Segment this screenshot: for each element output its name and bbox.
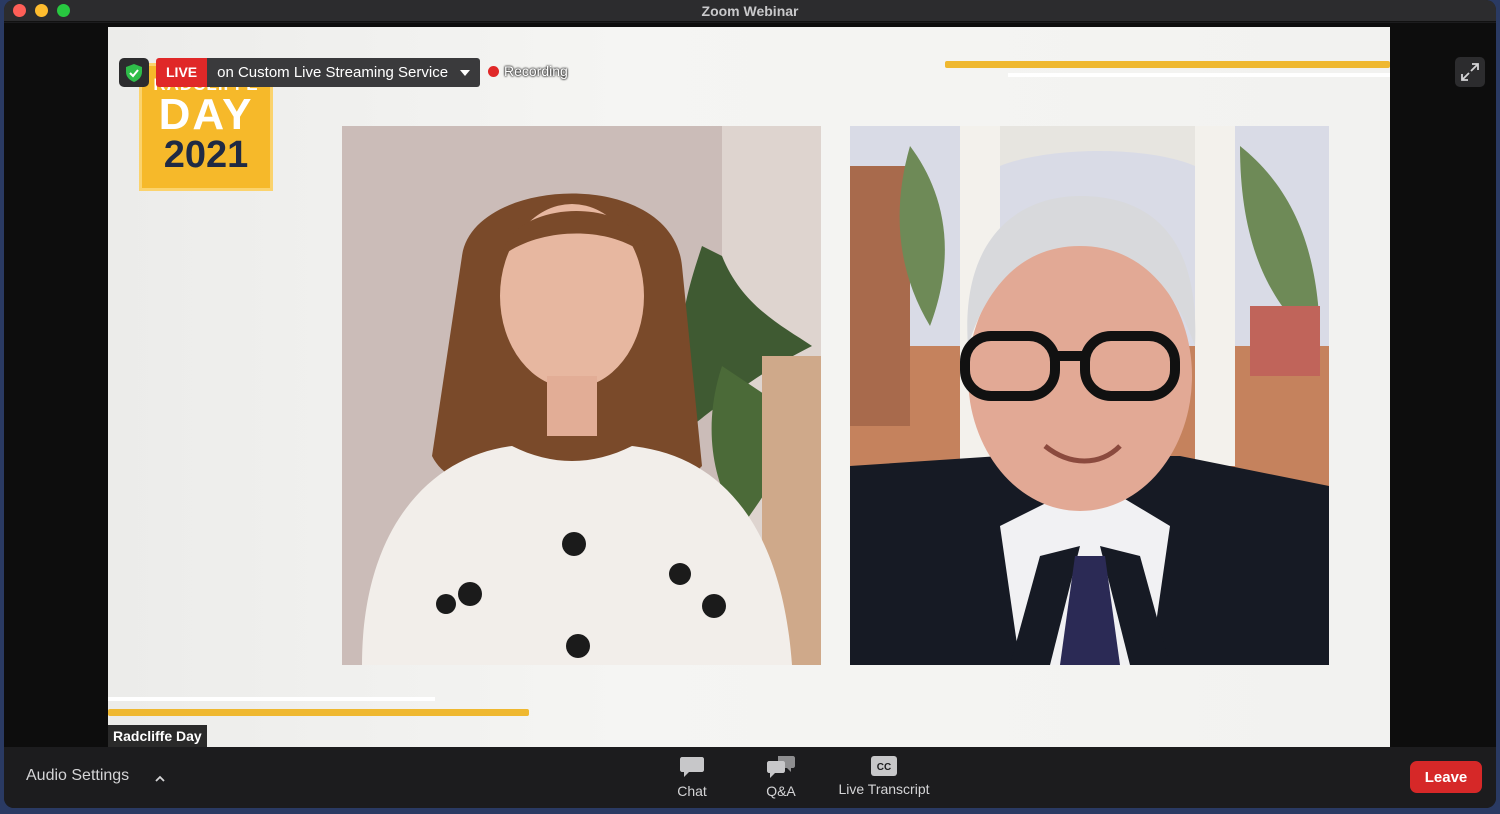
title-bar: Zoom Webinar (4, 0, 1496, 22)
decorative-white-line-bottom (108, 697, 435, 701)
qa-icon (767, 756, 795, 778)
live-stream-selector[interactable]: LIVE on Custom Live Streaming Service (156, 58, 481, 87)
svg-text:CC: CC (877, 762, 891, 773)
participant-right-image (850, 126, 1329, 665)
decorative-gold-line-bottom (108, 709, 529, 716)
qa-label: Q&A (766, 783, 796, 799)
participant-left-image (342, 126, 821, 665)
chevron-down-icon (460, 69, 471, 76)
closed-caption-icon: CC (871, 756, 897, 776)
window-title: Zoom Webinar (701, 3, 799, 19)
fullscreen-button[interactable] (1455, 57, 1485, 87)
leave-button[interactable]: Leave (1410, 761, 1482, 793)
chat-label: Chat (677, 783, 707, 799)
meeting-toolbar: Audio Settings Chat Q&A CC Live Transcri… (4, 747, 1496, 808)
recording-dot-icon (488, 65, 499, 77)
expand-icon (1461, 63, 1479, 81)
chat-icon (680, 757, 704, 777)
logo-line2: DAY (158, 90, 254, 139)
decorative-gold-line (945, 61, 1390, 68)
recording-indicator: Recording (488, 63, 568, 79)
zoom-window: Zoom Webinar RADCLIFFE DAY 2021 (4, 0, 1496, 808)
decorative-white-line (1008, 73, 1390, 77)
recording-label: Recording (504, 63, 568, 79)
live-badge: LIVE (156, 58, 208, 87)
chevron-up-icon (155, 775, 165, 782)
audio-options-toggle[interactable] (154, 769, 166, 787)
live-transcript-label: Live Transcript (838, 781, 930, 797)
stream-service-dropdown[interactable]: on Custom Live Streaming Service (207, 58, 481, 87)
chat-button[interactable]: Chat (672, 755, 712, 799)
logo-year: 2021 (163, 134, 249, 176)
participant-video-left (342, 126, 821, 665)
video-stage: RADCLIFFE DAY 2021 (4, 23, 1496, 747)
shared-slide: RADCLIFFE DAY 2021 (108, 27, 1390, 747)
stream-service-label: on Custom Live Streaming Service (217, 64, 449, 81)
audio-settings-button[interactable]: Audio Settings (26, 767, 129, 785)
speaker-name-label: Radcliffe Day (108, 725, 207, 747)
shield-check-icon (126, 63, 142, 82)
participant-video-right (850, 126, 1329, 665)
security-button[interactable] (119, 58, 149, 87)
qa-button[interactable]: Q&A (761, 755, 801, 799)
live-transcript-button[interactable]: CC Live Transcript (835, 755, 933, 797)
